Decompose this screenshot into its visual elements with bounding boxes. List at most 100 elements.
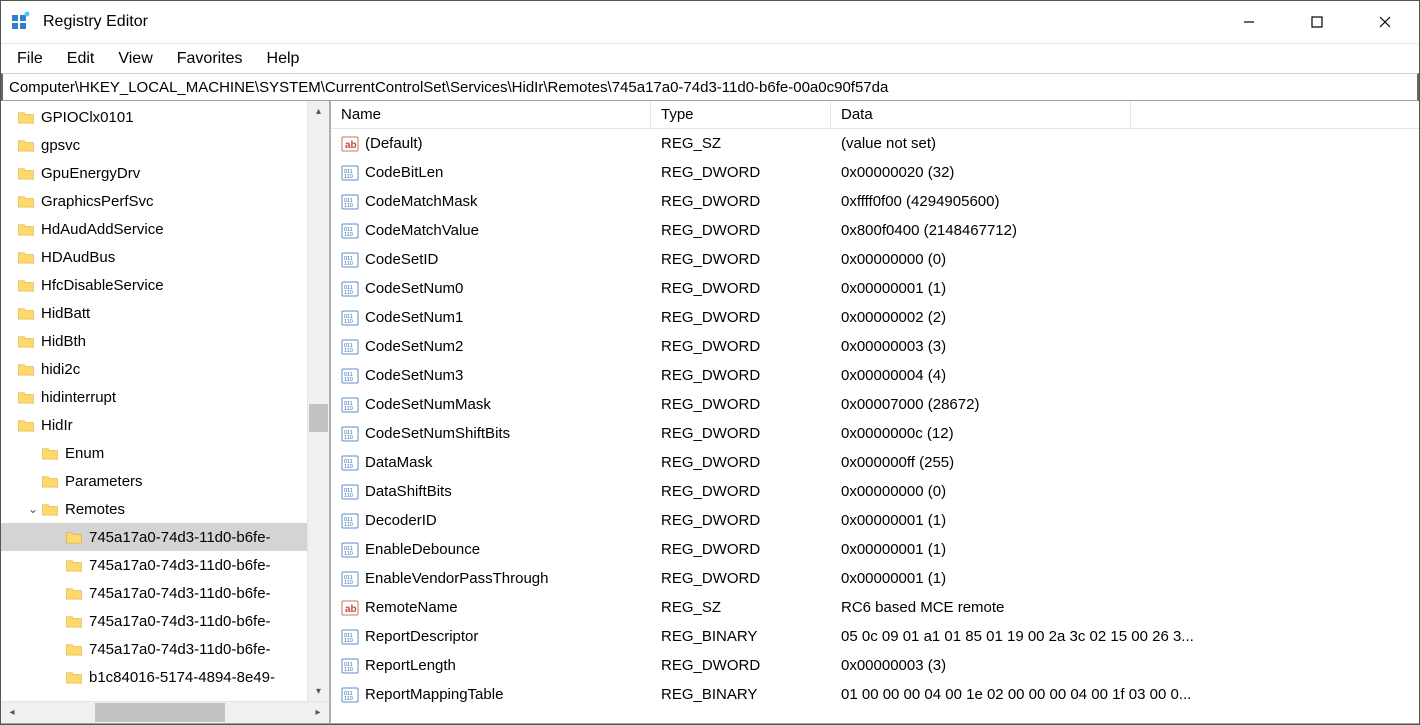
- value-row[interactable]: CodeSetNumMaskREG_DWORD0x00007000 (28672…: [331, 390, 1419, 419]
- value-row[interactable]: (Default)REG_SZ(value not set): [331, 129, 1419, 158]
- column-header-type[interactable]: Type: [651, 101, 831, 128]
- menu-file[interactable]: File: [7, 48, 53, 70]
- tree-item[interactable]: HdAudAddService: [1, 215, 329, 243]
- tree-item[interactable]: GPIOClx0101: [1, 103, 329, 131]
- tree-item-label: Enum: [65, 445, 104, 462]
- tree-item[interactable]: Parameters: [1, 467, 329, 495]
- value-row[interactable]: ReportDescriptorREG_BINARY05 0c 09 01 a1…: [331, 622, 1419, 651]
- folder-icon: [17, 362, 35, 377]
- tree-item[interactable]: Enum: [1, 439, 329, 467]
- tree-item[interactable]: 745a17a0-74d3-11d0-b6fe-: [1, 551, 329, 579]
- value-name: EnableDebounce: [365, 541, 480, 558]
- tree-item[interactable]: 745a17a0-74d3-11d0-b6fe-: [1, 635, 329, 663]
- folder-icon: [17, 334, 35, 349]
- folder-icon: [65, 642, 83, 657]
- value-data: 0xffff0f00 (4294905600): [831, 193, 1419, 210]
- scroll-down-arrow-icon[interactable]: ▾: [308, 681, 329, 701]
- tree-item[interactable]: 745a17a0-74d3-11d0-b6fe-: [1, 607, 329, 635]
- value-type: REG_DWORD: [651, 367, 831, 384]
- tree-expand-caret-icon[interactable]: ⌄: [25, 502, 41, 516]
- tree-item[interactable]: HidIr: [1, 411, 329, 439]
- scroll-left-arrow-icon[interactable]: ◂: [1, 702, 23, 723]
- reg-binary-icon: [341, 251, 359, 269]
- value-data: 0x00000004 (4): [831, 367, 1419, 384]
- tree-vertical-scrollbar[interactable]: ▴ ▾: [307, 101, 329, 701]
- folder-icon: [17, 222, 35, 237]
- tree-hscroll-track[interactable]: [23, 702, 307, 723]
- value-name: CodeSetNum0: [365, 280, 463, 297]
- value-row[interactable]: DecoderIDREG_DWORD0x00000001 (1): [331, 506, 1419, 535]
- minimize-button[interactable]: [1215, 1, 1283, 42]
- tree-item-label: Parameters: [65, 473, 143, 490]
- tree-item[interactable]: 745a17a0-74d3-11d0-b6fe-: [1, 523, 329, 551]
- value-row[interactable]: CodeMatchValueREG_DWORD0x800f0400 (21484…: [331, 216, 1419, 245]
- value-row[interactable]: CodeBitLenREG_DWORD0x00000020 (32): [331, 158, 1419, 187]
- value-row[interactable]: EnableVendorPassThroughREG_DWORD0x000000…: [331, 564, 1419, 593]
- tree-horizontal-scrollbar[interactable]: ◂ ▸: [1, 701, 329, 723]
- value-row[interactable]: ReportLengthREG_DWORD0x00000003 (3): [331, 651, 1419, 680]
- tree-hscroll-thumb[interactable]: [95, 703, 225, 722]
- tree-item[interactable]: HidBth: [1, 327, 329, 355]
- tree-item[interactable]: HDAudBus: [1, 243, 329, 271]
- reg-binary-icon: [341, 309, 359, 327]
- tree-item[interactable]: GpuEnergyDrv: [1, 159, 329, 187]
- reg-binary-icon: [341, 657, 359, 675]
- close-button[interactable]: [1351, 1, 1419, 42]
- value-type: REG_DWORD: [651, 280, 831, 297]
- reg-binary-icon: [341, 396, 359, 414]
- tree-item-label: GraphicsPerfSvc: [41, 193, 154, 210]
- scroll-right-arrow-icon[interactable]: ▸: [307, 702, 329, 723]
- value-row[interactable]: CodeMatchMaskREG_DWORD0xffff0f00 (429490…: [331, 187, 1419, 216]
- value-row[interactable]: RemoteNameREG_SZRC6 based MCE remote: [331, 593, 1419, 622]
- value-row[interactable]: EnableDebounceREG_DWORD0x00000001 (1): [331, 535, 1419, 564]
- folder-icon: [65, 614, 83, 629]
- value-name: CodeMatchMask: [365, 193, 478, 210]
- scroll-up-arrow-icon[interactable]: ▴: [308, 101, 329, 121]
- columns-header: Name Type Data: [331, 101, 1419, 129]
- tree-item[interactable]: HidBatt: [1, 299, 329, 327]
- value-row[interactable]: CodeSetNum2REG_DWORD0x00000003 (3): [331, 332, 1419, 361]
- tree-item[interactable]: 745a17a0-74d3-11d0-b6fe-: [1, 579, 329, 607]
- window-title: Registry Editor: [43, 13, 148, 31]
- reg-string-icon: [341, 135, 359, 153]
- value-row[interactable]: CodeSetNum1REG_DWORD0x00000002 (2): [331, 303, 1419, 332]
- folder-icon: [17, 166, 35, 181]
- tree-item-label: gpsvc: [41, 137, 80, 154]
- tree-item[interactable]: gpsvc: [1, 131, 329, 159]
- value-data: 0x00000001 (1): [831, 541, 1419, 558]
- tree-vscroll-track[interactable]: [308, 121, 329, 681]
- tree-item[interactable]: b1c84016-5174-4894-8e49-: [1, 663, 329, 691]
- menu-edit[interactable]: Edit: [57, 48, 105, 70]
- tree-item-label: GpuEnergyDrv: [41, 165, 140, 182]
- tree-item[interactable]: HfcDisableService: [1, 271, 329, 299]
- menu-view[interactable]: View: [108, 48, 162, 70]
- value-row[interactable]: ReportMappingTableREG_BINARY01 00 00 00 …: [331, 680, 1419, 709]
- window-controls: [1215, 1, 1419, 42]
- tree-vscroll-thumb[interactable]: [309, 404, 328, 432]
- tree-item[interactable]: hidinterrupt: [1, 383, 329, 411]
- value-row[interactable]: CodeSetNum3REG_DWORD0x00000004 (4): [331, 361, 1419, 390]
- value-row[interactable]: CodeSetIDREG_DWORD0x00000000 (0): [331, 245, 1419, 274]
- tree-item[interactable]: GraphicsPerfSvc: [1, 187, 329, 215]
- maximize-button[interactable]: [1283, 1, 1351, 42]
- value-type: REG_SZ: [651, 599, 831, 616]
- column-header-name[interactable]: Name: [331, 101, 651, 128]
- reg-binary-icon: [341, 280, 359, 298]
- value-data: 0x00000000 (0): [831, 483, 1419, 500]
- tree-item[interactable]: hidi2c: [1, 355, 329, 383]
- tree-item[interactable]: ⌄Remotes: [1, 495, 329, 523]
- tree-item-label: 745a17a0-74d3-11d0-b6fe-: [89, 529, 271, 546]
- value-name: DataShiftBits: [365, 483, 452, 500]
- value-name: ReportLength: [365, 657, 456, 674]
- value-row[interactable]: DataShiftBitsREG_DWORD0x00000000 (0): [331, 477, 1419, 506]
- menubar: File Edit View Favorites Help: [1, 43, 1419, 73]
- menu-help[interactable]: Help: [257, 48, 310, 70]
- value-row[interactable]: DataMaskREG_DWORD0x000000ff (255): [331, 448, 1419, 477]
- value-type: REG_BINARY: [651, 686, 831, 703]
- menu-favorites[interactable]: Favorites: [167, 48, 253, 70]
- value-row[interactable]: CodeSetNumShiftBitsREG_DWORD0x0000000c (…: [331, 419, 1419, 448]
- address-bar[interactable]: Computer\HKEY_LOCAL_MACHINE\SYSTEM\Curre…: [1, 73, 1419, 101]
- column-header-data[interactable]: Data: [831, 101, 1131, 128]
- main-split: GPIOClx0101 gpsvc GpuEnergyDrv GraphicsPerf…: [1, 101, 1419, 724]
- value-row[interactable]: CodeSetNum0REG_DWORD0x00000001 (1): [331, 274, 1419, 303]
